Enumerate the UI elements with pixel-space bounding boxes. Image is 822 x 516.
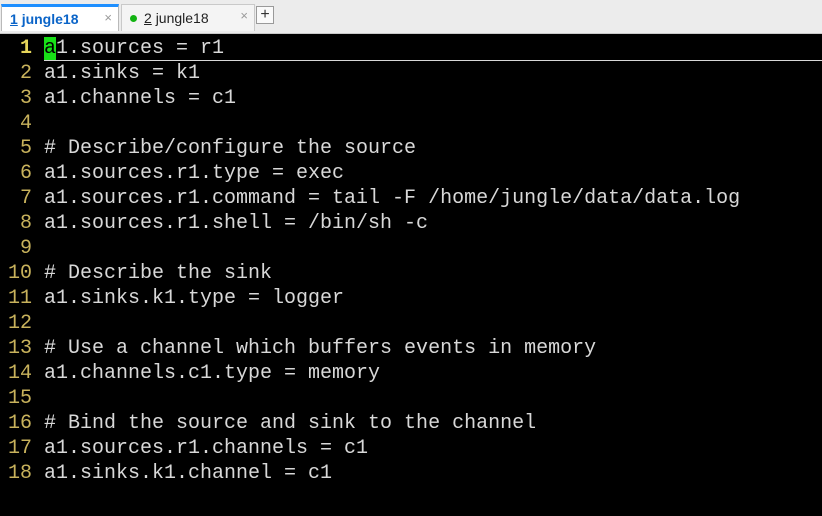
line-text: a1.channels.c1.type = memory (44, 362, 381, 385)
tab-session-1[interactable]: 1 jungle18 × (1, 4, 119, 31)
line-number: 15 (7, 387, 32, 410)
editor-line: 8 a1.sources.r1.shell = /bin/sh -c (0, 211, 822, 236)
line-number: 16 (7, 412, 32, 435)
line-text: a1.sources.r1.channels = c1 (44, 437, 369, 460)
line-text: a1.channels = c1 (44, 87, 237, 110)
line-text: # Bind the source and sink to the channe… (44, 412, 537, 435)
tab-session-2-label: 2 jungle18 (144, 10, 209, 26)
tab-session-1-title: jungle18 (21, 11, 79, 27)
line-number: 10 (7, 262, 32, 285)
tab-session-1-number: 1 (10, 11, 18, 27)
line-number: 5 (19, 137, 32, 160)
tab-bar: 1 jungle18 × 2 jungle18 × + (0, 0, 822, 34)
editor-line: 9 (0, 236, 822, 261)
editor-line: 1 a1.sources = r1 (0, 36, 822, 61)
terminal-editor[interactable]: 1 a1.sources = r1 2 a1.sinks = k1 3 a1.channe… (0, 35, 822, 516)
editor-line: 13 # Use a channel which buffers events i… (0, 336, 822, 361)
editor-line: 17 a1.sources.r1.channels = c1 (0, 436, 822, 461)
line-number: 6 (19, 162, 32, 185)
editor-line: 7 a1.sources.r1.command = tail -F /home/j… (0, 186, 822, 211)
editor-line: 15 (0, 386, 822, 411)
line-number: 13 (7, 337, 32, 360)
tab-session-2[interactable]: 2 jungle18 × (121, 4, 255, 31)
line-number: 7 (19, 187, 32, 210)
line-text: # Describe the sink (44, 262, 273, 285)
connection-status-dot-icon (130, 14, 137, 22)
line-text: # Use a channel which buffers events in … (44, 337, 597, 360)
line-text: a1.sources.r1.command = tail -F /home/ju… (44, 187, 741, 210)
editor-line: 10 # Describe the sink (0, 261, 822, 286)
editor-line: 11 a1.sinks.k1.type = logger (0, 286, 822, 311)
editor-line: 14 a1.channels.c1.type = memory (0, 361, 822, 386)
tab-session-1-label: 1 jungle18 (10, 11, 78, 27)
line-text: a1.sinks.k1.type = logger (44, 287, 345, 310)
line-number: 14 (7, 362, 32, 385)
line-number: 17 (7, 437, 32, 460)
line-number: 1 (19, 37, 32, 60)
tab-session-2-title: jungle18 (155, 10, 209, 26)
editor-line: 18 a1.sinks.k1.channel = c1 (0, 461, 822, 486)
line-text: a1.sources.r1.shell = /bin/sh -c (44, 212, 429, 235)
line-number: 9 (19, 237, 32, 260)
line-text: a1.sinks.k1.channel = c1 (44, 462, 333, 485)
line-number: 11 (7, 287, 32, 310)
editor-line: 5 # Describe/configure the source (0, 136, 822, 161)
tab-session-2-number: 2 (144, 10, 152, 26)
editor-line: 12 (0, 311, 822, 336)
editor-line: 2 a1.sinks = k1 (0, 61, 822, 86)
line-text: a1.sources.r1.type = exec (44, 162, 345, 185)
tab-session-2-close-icon[interactable]: × (240, 8, 248, 23)
line-number: 8 (19, 212, 32, 235)
editor-line: 4 (0, 111, 822, 136)
line-number: 2 (19, 62, 32, 85)
line-number: 3 (19, 87, 32, 110)
editor-line: 6 a1.sources.r1.type = exec (0, 161, 822, 186)
line-text: a1.sources = r1 (44, 36, 224, 61)
line-text: a1.sinks = k1 (44, 62, 201, 85)
text-cursor: a (44, 37, 57, 60)
line-number: 18 (7, 462, 32, 485)
add-tab-button[interactable]: + (256, 6, 274, 24)
tab-session-1-close-icon[interactable]: × (104, 10, 112, 25)
editor-line: 3 a1.channels = c1 (0, 86, 822, 111)
line-text-rest: 1.sources = r1 (56, 37, 225, 60)
line-number: 4 (19, 112, 32, 135)
line-text: # Describe/configure the source (44, 137, 417, 160)
line-number: 12 (7, 312, 32, 335)
editor-line: 16 # Bind the source and sink to the chan… (0, 411, 822, 436)
